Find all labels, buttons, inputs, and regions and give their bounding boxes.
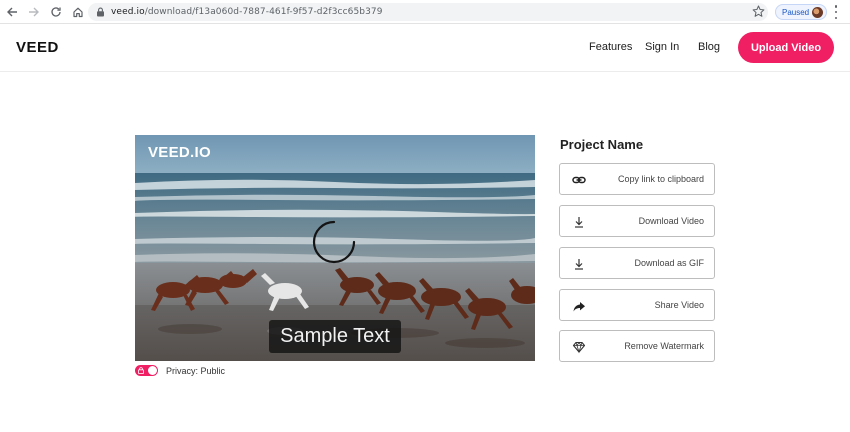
link-icon [572,173,586,187]
download-video-button[interactable]: Download Video [559,205,715,237]
back-button[interactable] [2,2,22,22]
video-caption: Sample Text [269,320,401,353]
privacy-toggle[interactable] [135,365,158,376]
site-header: VEED Features Sign In Blog Upload Video [0,24,850,72]
bookmark-star-icon[interactable] [752,5,765,18]
download-gif-button[interactable]: Download as GIF [559,247,715,279]
share-arrow-icon [572,299,586,313]
privacy-label: Privacy: Public [166,365,226,376]
browser-menu-button[interactable] [834,5,838,19]
kebab-dot-icon [834,5,838,8]
project-name-title[interactable]: Project Name [560,137,643,152]
arrow-left-icon [7,7,17,16]
kebab-dot-icon [834,16,838,19]
toggle-knob [148,366,157,375]
url-text: veed.io/download/f13a060d-7887-461f-9f57… [111,7,383,17]
veed-logo[interactable]: VEED [16,39,59,56]
remove-watermark-button[interactable]: Remove Watermark [559,330,715,362]
forward-button[interactable] [24,2,44,22]
lock-icon [97,7,104,17]
nav-features[interactable]: Features [589,41,632,53]
home-button[interactable] [68,2,88,22]
url-path: /download/f13a060d-7887-461f-9f57-d2f3cc… [144,7,383,17]
reload-icon [51,6,61,17]
privacy-control: Privacy: Public [135,365,225,376]
nav-blog[interactable]: Blog [698,41,720,53]
veed-watermark: VEED.IO [148,144,211,161]
url-domain: veed.io [111,7,145,17]
upload-video-button[interactable]: Upload Video [738,32,834,63]
browser-toolbar: veed.io/download/f13a060d-7887-461f-9f57… [0,0,850,24]
reload-button[interactable] [46,2,66,22]
loading-spinner-icon [312,220,356,264]
download-icon [572,257,586,271]
address-bar[interactable]: veed.io/download/f13a060d-7887-461f-9f57… [88,3,768,21]
nav-sign-in[interactable]: Sign In [645,41,679,53]
avatar [812,7,823,18]
copy-link-label: Copy link to clipboard [617,174,704,184]
kebab-dot-icon [834,10,838,14]
profile-status-label: Paused [782,7,810,17]
home-icon [73,7,83,17]
video-player[interactable]: VEED.IO Sample Text [135,135,535,361]
arrow-right-icon [29,7,39,16]
diamond-icon [572,340,586,354]
profile-status-chip[interactable]: Paused [775,4,827,20]
share-video-button[interactable]: Share Video [559,289,715,321]
share-video-label: Share Video [654,300,704,310]
lock-icon [138,367,144,374]
copy-link-button[interactable]: Copy link to clipboard [559,163,715,195]
remove-watermark-label: Remove Watermark [624,341,704,351]
download-icon [572,215,586,229]
download-video-label: Download Video [638,216,704,226]
download-gif-label: Download as GIF [634,258,704,268]
